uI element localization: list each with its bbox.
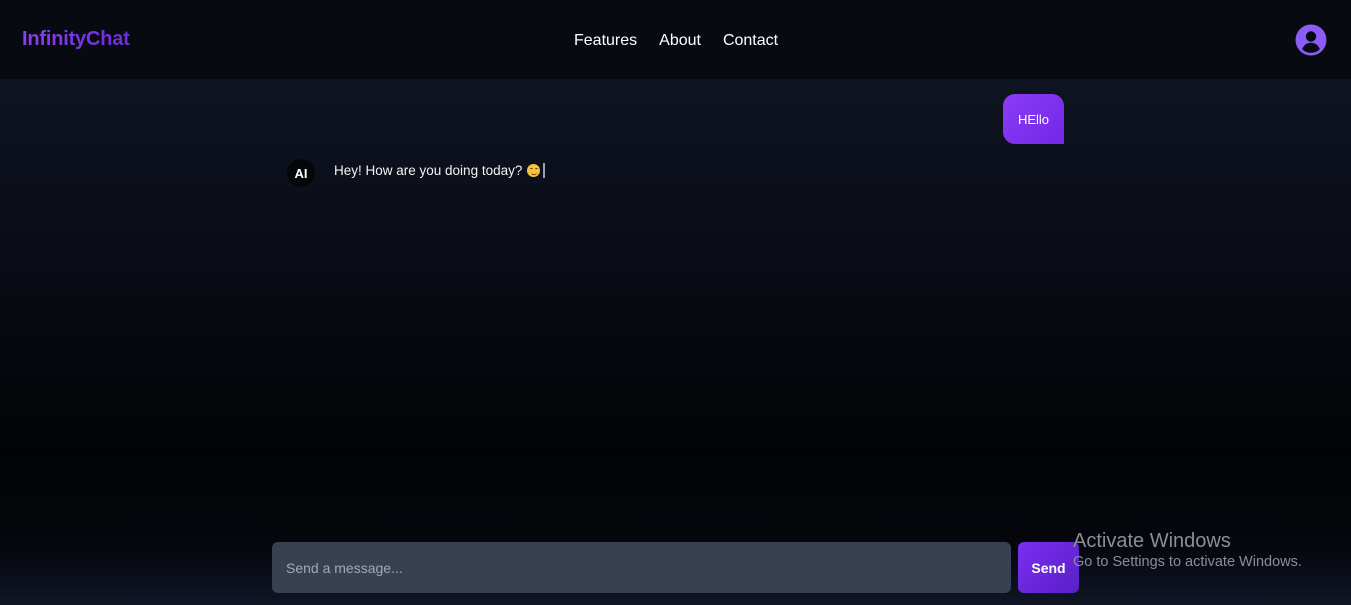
- user-message-text: HEllo: [1017, 111, 1050, 127]
- ai-message-row: AI Hey! How are you doing today?: [287, 159, 545, 187]
- ai-message-text: Hey! How are you doing today?: [334, 162, 523, 178]
- send-button[interactable]: Send: [1018, 542, 1079, 593]
- nav-link-contact[interactable]: Contact: [723, 31, 778, 51]
- activate-windows-watermark: Activate Windows Go to Settings to activ…: [1073, 529, 1302, 571]
- user-profile-icon[interactable]: [1295, 24, 1327, 56]
- watermark-title: Activate Windows: [1073, 530, 1231, 552]
- typing-cursor: [543, 162, 545, 178]
- top-navbar: InfinityChat Features About Contact: [0, 0, 1351, 79]
- nav-links: Features About Contact: [563, 31, 789, 51]
- ai-avatar: AI: [287, 159, 315, 187]
- watermark-subtitle: Go to Settings to activate Windows.: [1073, 554, 1302, 570]
- nav-link-about[interactable]: About: [659, 31, 701, 51]
- ai-message: Hey! How are you doing today?: [334, 162, 545, 178]
- smiling-face-icon: [527, 163, 541, 177]
- nav-link-features[interactable]: Features: [574, 31, 637, 51]
- message-input[interactable]: [272, 542, 1011, 593]
- user-circle-icon: [1295, 24, 1327, 56]
- user-message-bubble: HEllo: [1003, 94, 1064, 144]
- brand-logo[interactable]: InfinityChat: [22, 27, 130, 51]
